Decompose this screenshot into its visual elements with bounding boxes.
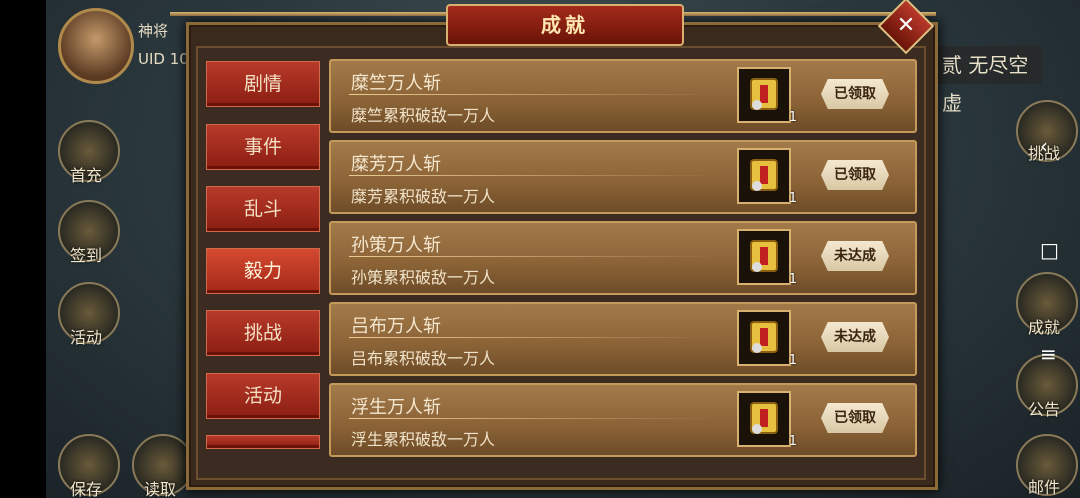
title-ornament-left: [170, 12, 450, 16]
achievement-title: 孙策万人斩: [351, 235, 441, 256]
row-divider: [349, 175, 719, 176]
achievement-row: 孙策万人斩 孙策累积破敌一万人 1 未达成: [329, 221, 917, 295]
reward-count: 1: [788, 191, 797, 206]
status-badge: 未达成: [821, 241, 889, 271]
achievement-row: 糜芳万人斩 糜芳累积破敌一万人 1 已领取: [329, 140, 917, 214]
reward-count: 1: [788, 434, 797, 449]
tab-challenge[interactable]: 挑战: [206, 310, 320, 356]
dialog-title: 成就: [446, 4, 684, 46]
tab-activity[interactable]: 活动: [206, 373, 320, 419]
achievement-desc: 糜芳累积破敌一万人: [351, 187, 496, 206]
tab-perseverance[interactable]: 毅力: [206, 248, 320, 294]
achievement-row: 浮生万人斩 浮生累积破敌一万人 1 已领取: [329, 383, 917, 457]
first-recharge-label: 首充: [70, 166, 103, 185]
reward-count: 1: [788, 353, 797, 368]
left-black-bar: [0, 0, 46, 498]
tab-event[interactable]: 事件: [206, 124, 320, 170]
game-screen: 神将 UID 10 贰 无尽空虚 首充 签到 活动 保存 读取 挑战 成就 公告…: [0, 0, 1080, 498]
player-avatar[interactable]: [58, 8, 134, 84]
achievement-title: 糜芳万人斩: [351, 154, 441, 175]
player-name: 神将: [138, 22, 169, 40]
reward-item[interactable]: 1: [737, 148, 797, 206]
token-icon: [750, 402, 778, 434]
achievement-row: 吕布万人斩 吕布累积破敌一万人 1 未达成: [329, 302, 917, 376]
status-badge[interactable]: 已领取: [821, 403, 889, 433]
token-icon: [750, 321, 778, 353]
load-label: 读取: [144, 480, 177, 498]
reward-item[interactable]: 1: [737, 67, 797, 125]
activity-label: 活动: [70, 328, 103, 347]
close-icon[interactable]: ✕: [886, 6, 926, 46]
tab-melee[interactable]: 乱斗: [206, 186, 320, 232]
token-icon: [750, 159, 778, 191]
achievement-desc: 浮生累积破敌一万人: [351, 430, 496, 449]
achievement-desc: 吕布累积破敌一万人: [351, 349, 496, 368]
reward-item[interactable]: 1: [737, 391, 797, 449]
achievement-desc: 糜竺累积破敌一万人: [351, 106, 496, 125]
menu-icon[interactable]: ≡: [1040, 342, 1057, 366]
tab-story[interactable]: 剧情: [206, 61, 320, 107]
row-divider: [349, 337, 719, 338]
reward-item[interactable]: 1: [737, 310, 797, 368]
achievement-title: 吕布万人斩: [351, 316, 441, 337]
reward-item[interactable]: 1: [737, 229, 797, 287]
achievement-desc: 孙策累积破敌一万人: [351, 268, 496, 287]
reward-count: 1: [788, 272, 797, 287]
reward-count: 1: [788, 110, 797, 125]
status-badge[interactable]: 已领取: [821, 160, 889, 190]
token-icon: [750, 240, 778, 272]
home-icon[interactable]: □: [1040, 238, 1059, 262]
row-divider: [349, 418, 719, 419]
achievement-title: 浮生万人斩: [351, 397, 441, 418]
row-divider: [349, 256, 719, 257]
tab-more[interactable]: [206, 435, 320, 449]
row-divider: [349, 94, 719, 95]
token-icon: [750, 78, 778, 110]
back-icon[interactable]: ‹: [1040, 134, 1048, 158]
save-label: 保存: [70, 480, 103, 498]
player-uid: UID 10: [138, 50, 189, 68]
achievement-row: 糜竺万人斩 糜竺累积破敌一万人 1 已领取: [329, 59, 917, 133]
status-badge: 未达成: [821, 322, 889, 352]
achievement-title: 糜竺万人斩: [351, 73, 441, 94]
sign-in-label: 签到: [70, 246, 103, 265]
status-badge[interactable]: 已领取: [821, 79, 889, 109]
